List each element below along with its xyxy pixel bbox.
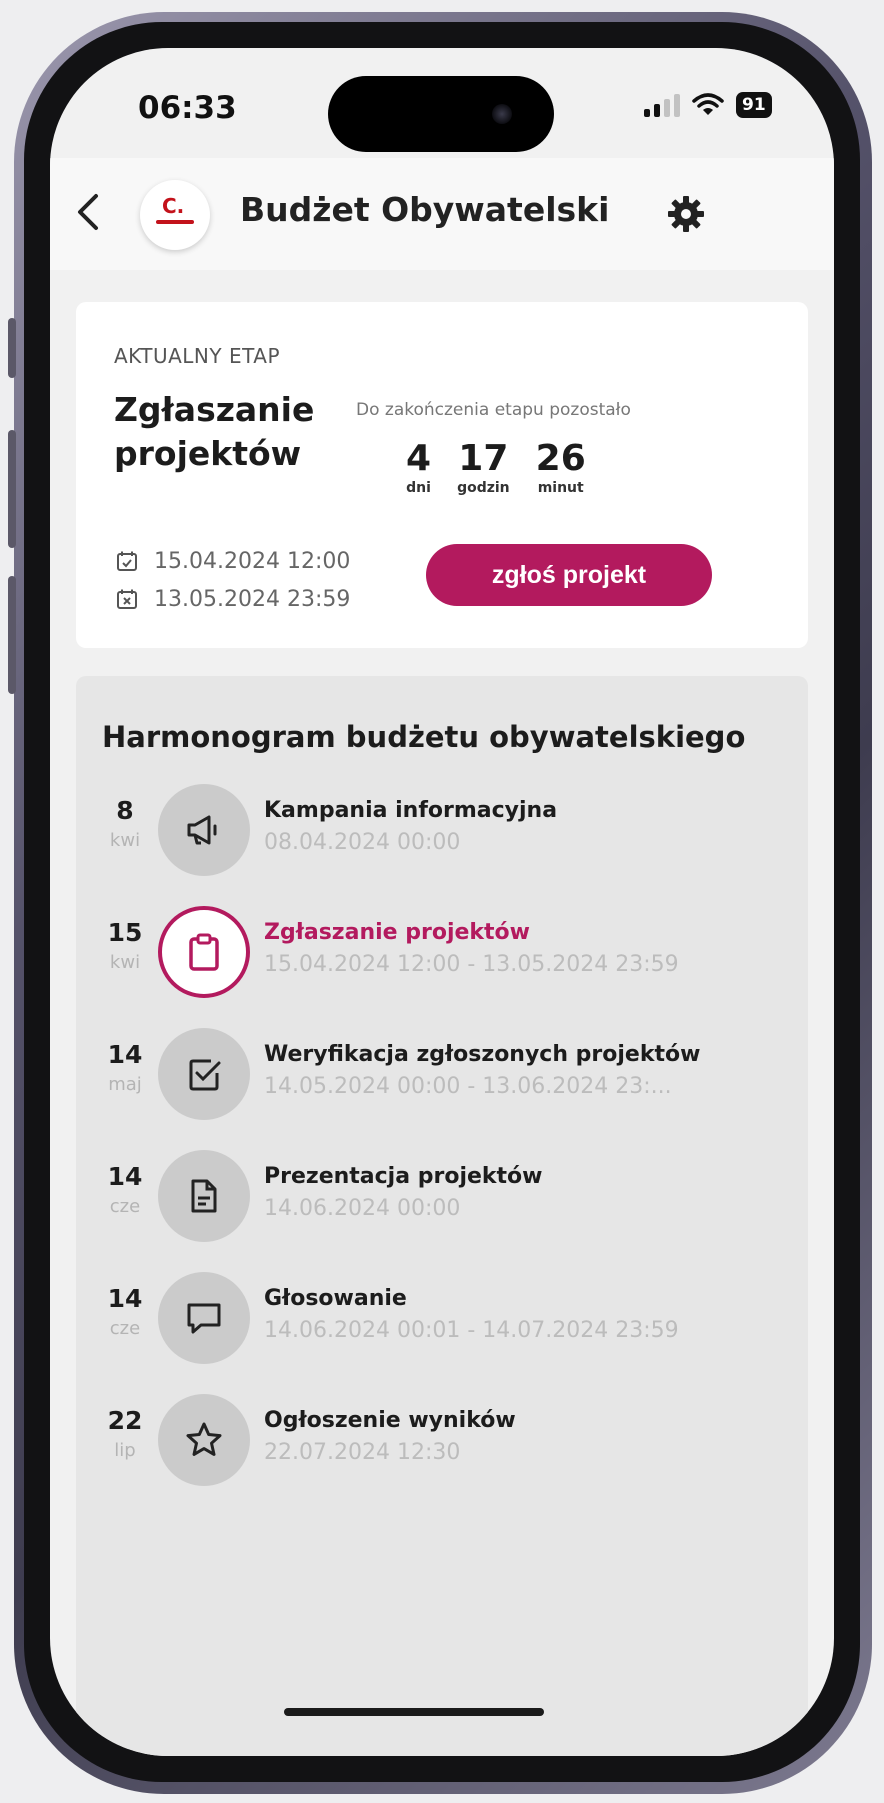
countdown-minutes: 26 minut [535, 438, 586, 496]
event-date: 14.06.2024 00:00 [264, 1196, 461, 1221]
event-month: lip [114, 1440, 136, 1461]
event-day: 15 [107, 918, 143, 947]
dynamic-island [328, 76, 554, 152]
page-title: Budżet Obywatelski [240, 190, 610, 229]
checkbox-icon [158, 1028, 250, 1120]
schedule-section: Harmonogram budżetu obywatelskiego 8 kwi… [76, 676, 808, 1756]
countdown-days: 4 dni [406, 438, 432, 496]
status-time: 06:33 [138, 90, 237, 126]
status-icons: 91 [644, 92, 772, 118]
event-title: Prezentacja projektów [264, 1164, 543, 1189]
countdown: 4 dni 17 godzin 26 minut [406, 438, 586, 496]
submit-project-button[interactable]: zgłoś projekt [426, 544, 712, 606]
countdown-hours: 17 godzin [457, 438, 510, 496]
volume-down-button [8, 576, 16, 694]
end-date: 13.05.2024 23:59 [154, 586, 351, 612]
schedule-item-active[interactable]: 15 kwi Zgłaszanie projektów 15.04.2024 1… [76, 906, 808, 1006]
wifi-icon [692, 93, 724, 115]
megaphone-icon [158, 784, 250, 876]
event-day: 14 [107, 1040, 143, 1069]
action-button [8, 318, 16, 378]
event-month: kwi [109, 830, 141, 851]
event-date: 15.04.2024 12:00 - 13.05.2024 23:59 [264, 952, 679, 977]
stage-dates: 15.04.2024 12:00 13.05.2024 23:59 [116, 542, 350, 618]
calendar-x-icon [117, 589, 137, 609]
event-day: 14 [107, 1284, 143, 1313]
app-header: C. Budżet Obywatelski [50, 158, 834, 270]
event-title: Ogłoszenie wyników [264, 1408, 516, 1433]
event-month: kwi [109, 952, 141, 973]
event-day: 14 [107, 1162, 143, 1191]
app-screen: 06:33 91 C. Budżet Obywatelski AKTUALNY … [50, 48, 834, 1756]
calendar-check-icon [117, 551, 137, 571]
event-title: Zgłaszanie projektów [264, 920, 530, 945]
schedule-title: Harmonogram budżetu obywatelskiego [102, 720, 746, 754]
event-month: cze [109, 1196, 141, 1217]
home-indicator[interactable] [284, 1708, 544, 1716]
clipboard-icon [158, 906, 250, 998]
star-icon [158, 1394, 250, 1486]
event-title: Weryfikacja zgłoszonych projektów [264, 1042, 701, 1067]
event-title: Głosowanie [264, 1286, 407, 1311]
stage-name: Zgłaszanie projektów [114, 390, 315, 473]
event-month: maj [108, 1074, 142, 1095]
schedule-item[interactable]: 14 cze Prezentacja projektów 14.06.2024 … [76, 1150, 808, 1250]
event-day: 22 [107, 1406, 143, 1435]
document-icon [158, 1150, 250, 1242]
remaining-time-label: Do zakończenia etapu pozostało [356, 400, 631, 420]
event-date: 22.07.2024 12:30 [264, 1440, 461, 1465]
stage-label: AKTUALNY ETAP [114, 344, 281, 368]
end-date-row: 13.05.2024 23:59 [116, 580, 350, 618]
event-title: Kampania informacyjna [264, 798, 558, 823]
camera-icon [492, 104, 512, 124]
chat-bubble-icon [158, 1272, 250, 1364]
event-month: cze [109, 1318, 141, 1339]
city-logo: C. [140, 180, 210, 250]
schedule-item[interactable]: 14 maj Weryfikacja zgłoszonych projektów… [76, 1028, 808, 1128]
event-date: 14.06.2024 00:01 - 14.07.2024 23:59 [264, 1318, 679, 1343]
event-date: 14.05.2024 00:00 - 13.06.2024 23:... [264, 1074, 672, 1099]
event-day: 8 [116, 796, 134, 825]
logo-letter: C. [162, 194, 185, 218]
schedule-item[interactable]: 8 kwi Kampania informacyjna 08.04.2024 0… [76, 784, 808, 884]
volume-up-button [8, 430, 16, 548]
battery-icon: 91 [736, 92, 772, 118]
current-stage-card: AKTUALNY ETAP Zgłaszanie projektów Do za… [76, 302, 808, 648]
event-date: 08.04.2024 00:00 [264, 830, 461, 855]
schedule-item[interactable]: 22 lip Ogłoszenie wyników 22.07.2024 12:… [76, 1394, 808, 1494]
back-arrow-icon[interactable] [68, 184, 108, 240]
start-date-row: 15.04.2024 12:00 [116, 542, 350, 580]
start-date: 15.04.2024 12:00 [154, 548, 351, 574]
gear-icon[interactable] [666, 194, 706, 234]
signal-icon [644, 93, 680, 117]
schedule-item[interactable]: 14 cze Głosowanie 14.06.2024 00:01 - 14.… [76, 1272, 808, 1372]
